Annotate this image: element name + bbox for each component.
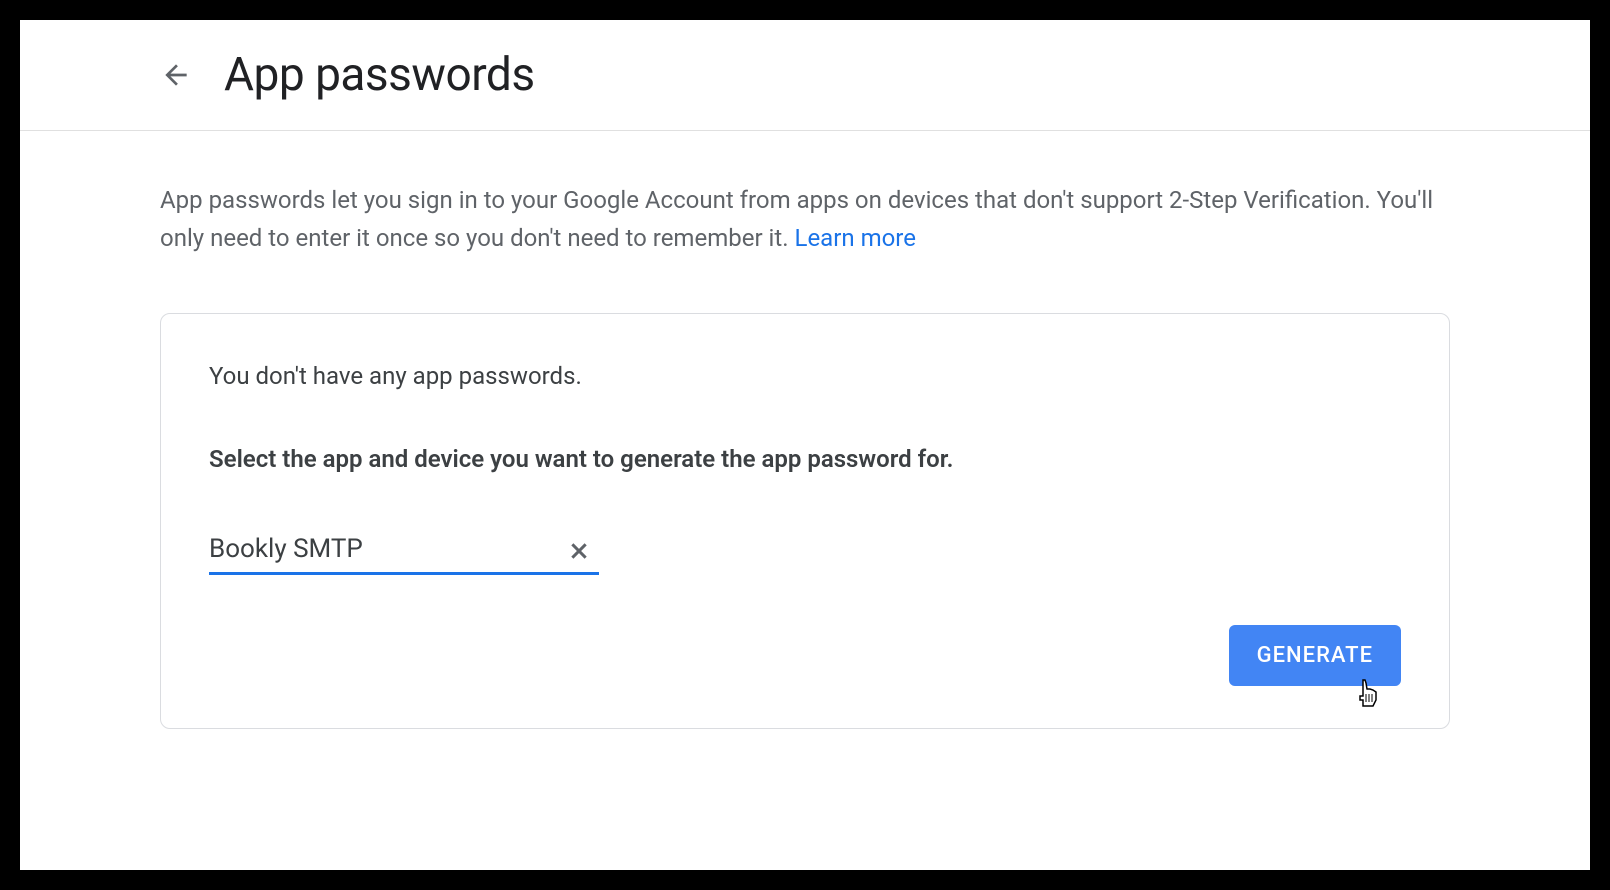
page-header: App passwords <box>20 20 1590 131</box>
app-name-input[interactable] <box>209 528 599 575</box>
page-title: App passwords <box>224 48 535 102</box>
no-passwords-text: You don't have any app passwords. <box>209 362 1401 390</box>
back-arrow-icon[interactable] <box>160 59 192 91</box>
description-text: App passwords let you sign in to your Go… <box>160 181 1450 258</box>
close-icon[interactable] <box>567 539 591 563</box>
input-row <box>209 528 1401 575</box>
name-input-wrapper <box>209 528 599 575</box>
learn-more-link[interactable]: Learn more <box>795 224 916 252</box>
passwords-card: You don't have any app passwords. Select… <box>160 313 1450 729</box>
app-window: App passwords App passwords let you sign… <box>20 20 1590 870</box>
page-content: App passwords let you sign in to your Go… <box>20 131 1590 779</box>
select-prompt-text: Select the app and device you want to ge… <box>209 445 1401 473</box>
button-row: GENERATE <box>209 625 1401 686</box>
generate-button[interactable]: GENERATE <box>1229 625 1401 686</box>
